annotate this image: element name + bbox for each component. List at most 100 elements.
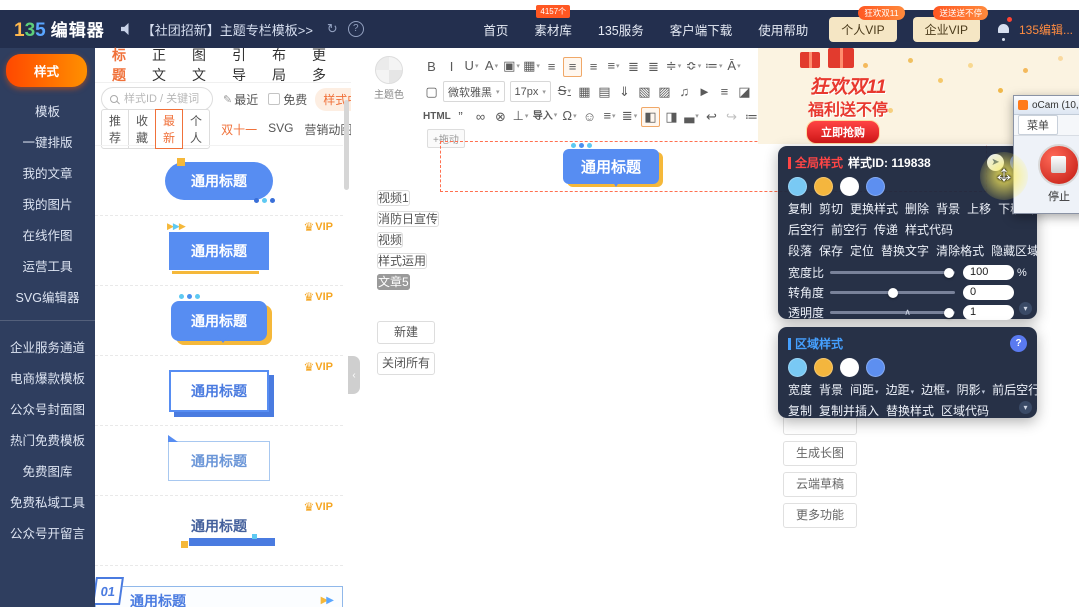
strikethrough-icon[interactable]: S▾: [556, 82, 573, 101]
template-item-numbered-bar[interactable]: 01 通用标题 ▶▶: [95, 566, 343, 607]
indent-more-icon[interactable]: ≣: [625, 58, 642, 76]
region-action-宽度[interactable]: 宽度: [788, 381, 812, 398]
font-scale-icon[interactable]: Ā▾: [726, 57, 743, 76]
free-checkbox[interactable]: 免费: [268, 91, 307, 108]
table-icon[interactable]: ▦: [576, 83, 593, 101]
nav-client-download[interactable]: 客户端下载: [670, 20, 733, 39]
color-swatch[interactable]: [840, 358, 859, 377]
video-icon[interactable]: ►: [696, 83, 713, 101]
template-scrollbar[interactable]: [344, 100, 349, 190]
ocam-stop-button[interactable]: [1038, 144, 1079, 186]
global-action-剪切[interactable]: 剪切: [819, 200, 843, 217]
notification-bell-icon[interactable]: [997, 17, 1012, 38]
sidebar-item-热门免费模板[interactable]: 热门免费模板: [0, 424, 95, 455]
sidebar-item-公众号封面图[interactable]: 公众号封面图: [0, 393, 95, 424]
template-item-pill[interactable]: 通用标题: [95, 146, 343, 216]
region-action-复制并插入[interactable]: 复制并插入: [819, 402, 879, 419]
sidebar-item-模板[interactable]: 模板: [0, 95, 95, 126]
ordered-list-icon[interactable]: ≔▾: [705, 57, 723, 76]
global-action-背景[interactable]: 背景: [936, 200, 960, 217]
word-doc-import-icon[interactable]: 导入▾: [532, 107, 558, 126]
recent-link[interactable]: ✎ 最近: [223, 91, 258, 108]
color-swatch[interactable]: [866, 358, 885, 377]
blockquote-icon[interactable]: ”: [452, 108, 469, 126]
sidebar-item-一键排版[interactable]: 一键排版: [0, 126, 95, 157]
close-all-button[interactable]: 关闭所有: [377, 352, 435, 375]
align-left-icon[interactable]: ≡: [543, 58, 560, 76]
doc-tab-消防日宣传[interactable]: 消防日宣传: [377, 211, 440, 227]
doc-tab-文章5[interactable]: 文章5: [377, 274, 410, 290]
cloud-draft-button[interactable]: 云端草稿: [783, 472, 857, 497]
nav-135-services[interactable]: 135服务: [598, 20, 644, 39]
announcement-title[interactable]: 【社团招新】主题专栏模板>>: [142, 20, 313, 39]
global-action-前空行[interactable]: 前空行: [831, 221, 867, 238]
help-icon[interactable]: ?: [1010, 335, 1027, 352]
redo-icon[interactable]: ↪: [723, 108, 740, 126]
music-icon[interactable]: ♫: [676, 83, 693, 101]
image-icon[interactable]: ▧: [636, 83, 653, 101]
indent-less-icon[interactable]: ≣: [645, 58, 662, 76]
template-item-underline-text[interactable]: ♛ VIP 通用标题: [95, 496, 343, 566]
new-doc-icon[interactable]: ▢: [423, 83, 440, 101]
enterprise-vip-button[interactable]: 企业VIP 送送送不停: [912, 5, 988, 42]
font-color-icon[interactable]: A▾: [483, 57, 500, 76]
global-action-定位[interactable]: 定位: [850, 242, 874, 259]
region-action-背景[interactable]: 背景: [819, 381, 843, 398]
region-action-间距[interactable]: 间距▾: [850, 381, 879, 398]
region-action-替换样式[interactable]: 替换样式: [886, 402, 934, 419]
global-action-删除[interactable]: 删除: [905, 200, 929, 217]
sidebar-item-我的文章[interactable]: 我的文章: [0, 157, 95, 188]
filter-segment-最新[interactable]: 最新: [155, 109, 184, 149]
global-action-保存[interactable]: 保存: [819, 242, 843, 259]
align-justify-icon[interactable]: ≡▾: [605, 57, 622, 76]
gallery-icon[interactable]: ▨: [656, 83, 673, 101]
sidebar-item-运营工具[interactable]: 运营工具: [0, 250, 95, 281]
italic-icon[interactable]: I: [443, 58, 460, 76]
theme-color-picker[interactable]: 主题色: [372, 56, 406, 101]
template-tab-图文[interactable]: 图文: [192, 45, 214, 85]
background-color-icon[interactable]: ▣▾: [503, 57, 520, 76]
color-swatch[interactable]: [866, 177, 885, 196]
doc-tab-视频[interactable]: 视频: [377, 232, 404, 248]
selected-title-element[interactable]: 通用标题: [563, 143, 660, 187]
slider-value[interactable]: 100: [963, 265, 1014, 280]
more-functions-button[interactable]: 更多功能: [783, 503, 857, 528]
refresh-icon[interactable]: ↻: [327, 21, 338, 37]
panel-minimize-icon[interactable]: ▾: [1019, 401, 1032, 414]
align-right-icon[interactable]: ≡: [585, 58, 602, 76]
template-tab-标题[interactable]: 标题: [112, 45, 134, 85]
global-action-替换文字[interactable]: 替换文字: [881, 242, 929, 259]
slider-value[interactable]: 0: [963, 285, 1014, 300]
template-tab-更多[interactable]: 更多: [312, 45, 334, 85]
sidebar-item-免费图库[interactable]: 免费图库: [0, 455, 95, 486]
ocam-menu-button[interactable]: 菜单: [1018, 115, 1058, 135]
filter-link-双十一[interactable]: 双十一: [221, 121, 257, 138]
global-action-样式代码[interactable]: 样式代码: [905, 221, 953, 238]
share-icon[interactable]: ➤: [987, 154, 1004, 171]
word-spacing-icon[interactable]: ≎▾: [685, 57, 702, 76]
new-doc-tab-button[interactable]: 新建: [377, 321, 435, 344]
eraser-icon[interactable]: ◪: [736, 83, 753, 101]
emoji-icon[interactable]: ☺: [581, 108, 598, 126]
promo-cta-button[interactable]: 立即抢购: [806, 120, 880, 144]
color-swatch[interactable]: [814, 358, 833, 377]
sidebar-item-SVG编辑器[interactable]: SVG编辑器: [0, 281, 95, 321]
global-action-传递[interactable]: 传递: [874, 221, 898, 238]
slider-track[interactable]: [830, 287, 955, 298]
panel-collapse-arrow[interactable]: ∧: [778, 307, 1037, 318]
highlight-block-icon[interactable]: ▃▾: [683, 107, 700, 126]
link-icon[interactable]: ∞: [472, 108, 489, 126]
table-insert-icon[interactable]: ▤: [596, 83, 613, 101]
sidebar-item-样式[interactable]: 样式: [6, 54, 87, 87]
search-input[interactable]: [122, 92, 204, 106]
word-import-icon[interactable]: ⇓: [616, 83, 633, 101]
slider-knob[interactable]: [943, 267, 954, 278]
nav-materials[interactable]: 素材库 4157个: [534, 4, 572, 39]
font-size-select[interactable]: 17px ▾: [509, 81, 551, 102]
style-search[interactable]: [101, 87, 213, 111]
doc-tab-样式运用[interactable]: 样式运用: [377, 253, 428, 269]
color-swatch[interactable]: [788, 177, 807, 196]
template-tab-正文[interactable]: 正文: [152, 45, 174, 85]
ocam-titlebar[interactable]: oCam (10, 6: [1014, 96, 1079, 115]
filter-link-SVG[interactable]: SVG: [268, 121, 293, 138]
